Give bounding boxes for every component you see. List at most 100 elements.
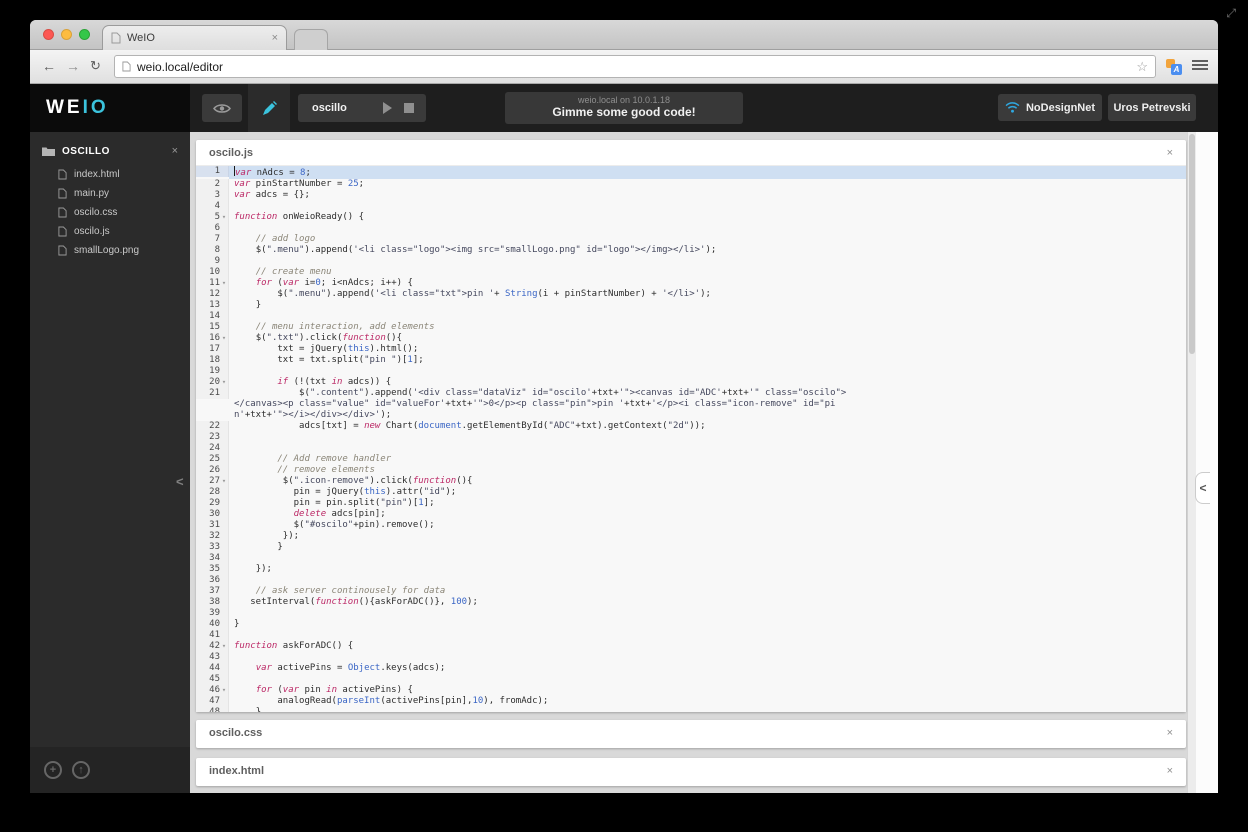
fold-arrow-icon[interactable] [220, 520, 228, 531]
browser-menu-icon[interactable] [1192, 60, 1208, 72]
fold-arrow-icon[interactable] [220, 454, 228, 465]
fold-arrow-icon[interactable] [220, 311, 228, 322]
code-line[interactable]: 28 pin = jQuery(this).attr("id"); [196, 487, 1186, 498]
sidebar-file-item[interactable]: main.py [30, 184, 190, 203]
code-line[interactable]: 21 $(".content").append('<div class="dat… [196, 388, 1186, 421]
code-line[interactable]: 12 $(".menu").append('<li class="txt">pi… [196, 289, 1186, 300]
code-line[interactable]: 40 } [196, 619, 1186, 630]
fold-arrow-icon[interactable] [220, 388, 228, 399]
fold-arrow-icon[interactable] [220, 289, 228, 300]
fold-arrow-icon[interactable] [220, 531, 228, 542]
fold-arrow-icon[interactable] [220, 663, 228, 674]
code-line[interactable]: 44 var activePins = Object.keys(adcs); [196, 663, 1186, 674]
translate-icon[interactable]: A [1166, 59, 1182, 75]
code-line[interactable]: 42 ▾ function askForADC() { [196, 641, 1186, 652]
css-close-icon[interactable]: × [1167, 727, 1173, 739]
preview-button[interactable] [202, 94, 242, 122]
traffic-minimize-button[interactable] [61, 29, 72, 40]
fold-arrow-icon[interactable] [220, 355, 228, 366]
sidebar-file-item[interactable]: index.html [30, 165, 190, 184]
code-line[interactable]: 27 ▾ $(".icon-remove").click(function(){ [196, 476, 1186, 487]
fold-arrow-icon[interactable] [220, 553, 228, 564]
code-line[interactable]: 36 [196, 575, 1186, 586]
fold-arrow-icon[interactable] [220, 608, 228, 619]
fold-arrow-icon[interactable] [220, 432, 228, 443]
fold-arrow-icon[interactable] [220, 344, 228, 355]
editor-close-icon[interactable]: × [1167, 147, 1173, 159]
code-line[interactable]: 26 // remove elements [196, 465, 1186, 476]
code-line[interactable]: 23 [196, 432, 1186, 443]
fold-arrow-icon[interactable]: ▾ [220, 685, 228, 696]
code-line[interactable]: 45 [196, 674, 1186, 685]
fold-arrow-icon[interactable] [220, 190, 228, 201]
code-line[interactable]: 20 ▾ if (!(txt in adcs)) { [196, 377, 1186, 388]
code-line[interactable]: 7 // add logo [196, 234, 1186, 245]
user-button[interactable]: Uros Petrevski [1108, 94, 1196, 121]
code-line[interactable]: 46 ▾ for (var pin in activePins) { [196, 685, 1186, 696]
html-panel-header[interactable]: index.html × [196, 758, 1186, 784]
fold-arrow-icon[interactable]: ▾ [220, 212, 228, 223]
fold-arrow-icon[interactable] [220, 465, 228, 476]
fold-arrow-icon[interactable] [220, 322, 228, 333]
fold-arrow-icon[interactable]: ▾ [220, 278, 228, 289]
code-line[interactable]: 3 var adcs = {}; [196, 190, 1186, 201]
code-line[interactable]: 29 pin = pin.split("pin")[1]; [196, 498, 1186, 509]
code-line[interactable]: 15 // menu interaction, add elements [196, 322, 1186, 333]
sidebar-collapse-handle[interactable]: < [176, 474, 184, 489]
new-tab-button[interactable] [294, 29, 328, 50]
reload-button[interactable]: ↻ [90, 57, 101, 75]
fold-arrow-icon[interactable] [220, 234, 228, 245]
sidebar-file-item[interactable]: oscilo.js [30, 222, 190, 241]
upload-button[interactable]: ↑ [72, 761, 90, 779]
edit-button[interactable] [248, 84, 290, 132]
fold-arrow-icon[interactable] [220, 223, 228, 234]
fold-arrow-icon[interactable] [220, 179, 228, 190]
fold-arrow-icon[interactable] [220, 201, 228, 212]
fold-arrow-icon[interactable] [220, 564, 228, 575]
fold-arrow-icon[interactable] [220, 509, 228, 520]
fold-arrow-icon[interactable] [220, 443, 228, 454]
fold-arrow-icon[interactable]: ▾ [220, 476, 228, 487]
code-line[interactable]: 25 // Add remove handler [196, 454, 1186, 465]
address-bar[interactable]: weio.local/editor ☆ [114, 55, 1156, 78]
traffic-zoom-button[interactable] [79, 29, 90, 40]
code-line[interactable]: 16 ▾ $(".txt").click(function(){ [196, 333, 1186, 344]
code-line[interactable]: 24 [196, 443, 1186, 454]
code-line[interactable]: 47 analogRead(parseInt(activePins[pin],1… [196, 696, 1186, 707]
editor-panel-header[interactable]: oscilo.js × [196, 140, 1186, 166]
fold-arrow-icon[interactable] [220, 166, 228, 177]
code-line[interactable]: 11 ▾ for (var i=0; i<nAdcs; i++) { [196, 278, 1186, 289]
code-line[interactable]: 18 txt = txt.split("pin ")[1]; [196, 355, 1186, 366]
project-close-icon[interactable]: × [172, 145, 178, 157]
code-line[interactable]: 37 // ask server continousely for data [196, 586, 1186, 597]
code-line[interactable]: 31 $("#oscilo"+pin).remove(); [196, 520, 1186, 531]
fold-arrow-icon[interactable] [220, 696, 228, 707]
html-close-icon[interactable]: × [1167, 765, 1173, 777]
code-line[interactable]: 33 } [196, 542, 1186, 553]
code-line[interactable]: 30 delete adcs[pin]; [196, 509, 1186, 520]
code-line[interactable]: 9 [196, 256, 1186, 267]
code-line[interactable]: 5 ▾ function onWeioReady() { [196, 212, 1186, 223]
fold-arrow-icon[interactable] [220, 366, 228, 377]
fold-arrow-icon[interactable] [220, 487, 228, 498]
traffic-close-button[interactable] [43, 29, 54, 40]
fold-arrow-icon[interactable] [220, 575, 228, 586]
stop-icon[interactable] [404, 103, 414, 113]
fold-arrow-icon[interactable] [220, 245, 228, 256]
fold-arrow-icon[interactable] [220, 300, 228, 311]
play-icon[interactable] [383, 102, 392, 114]
css-panel-header[interactable]: oscilo.css × [196, 720, 1186, 746]
code-line[interactable]: 39 [196, 608, 1186, 619]
bookmark-star-icon[interactable]: ☆ [1136, 59, 1148, 75]
fold-arrow-icon[interactable] [220, 498, 228, 509]
sidebar-file-item[interactable]: smallLogo.png [30, 241, 190, 260]
code-line[interactable]: 13 } [196, 300, 1186, 311]
code-line[interactable]: 14 [196, 311, 1186, 322]
code-line[interactable]: 8 $(".menu").append('<li class="logo"><i… [196, 245, 1186, 256]
tab-close-icon[interactable]: × [272, 32, 278, 44]
fold-arrow-icon[interactable] [220, 652, 228, 663]
project-row[interactable]: OSCILLO × [30, 132, 190, 165]
forward-button[interactable]: → [66, 57, 80, 75]
fold-arrow-icon[interactable]: ▾ [220, 641, 228, 652]
sidebar-file-item[interactable]: oscilo.css [30, 203, 190, 222]
